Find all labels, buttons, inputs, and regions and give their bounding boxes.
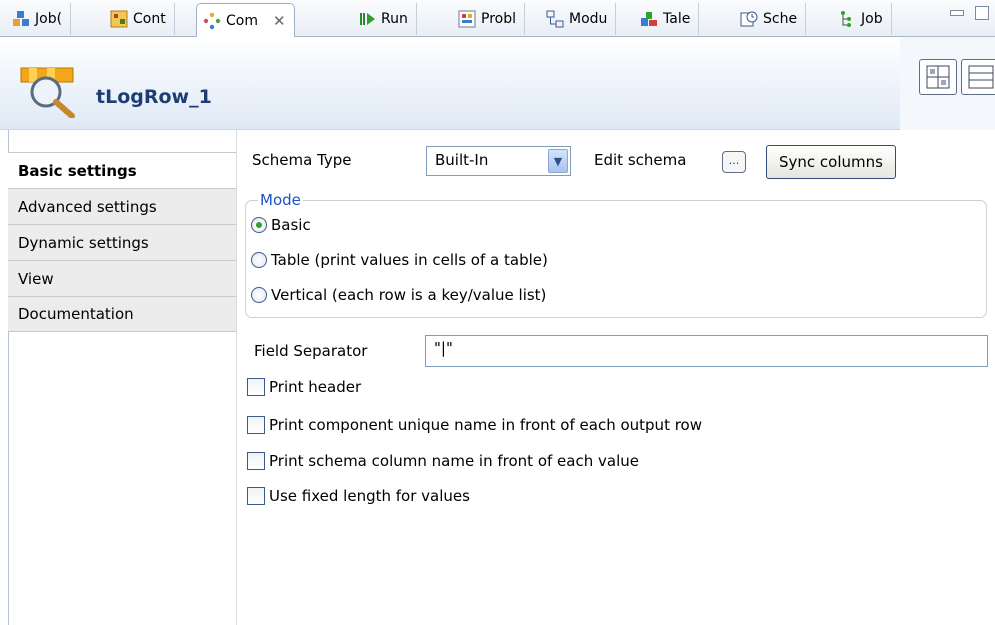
mode-option-table[interactable]: Table (print values in cells of a table)	[251, 251, 548, 269]
component-icon	[203, 12, 221, 30]
tab-job[interactable]: Job(	[6, 3, 72, 35]
modules-icon	[546, 10, 564, 28]
tab-component[interactable]: Com ✕	[196, 3, 295, 37]
component-header	[0, 37, 900, 130]
edit-schema-label: Edit schema	[594, 151, 687, 169]
maximize-icon[interactable]	[975, 6, 989, 20]
sidebar-item-label: Dynamic settings	[18, 233, 149, 252]
sync-columns-button[interactable]: Sync columns	[766, 145, 896, 179]
sidebar-item-label: Advanced settings	[18, 197, 157, 216]
checkbox-label: Print schema column name in front of eac…	[269, 452, 639, 470]
tab-label: Probl	[481, 11, 516, 27]
contexts-icon	[110, 10, 128, 28]
chevron-down-icon[interactable]: ▼	[548, 149, 568, 173]
print-schema-column-name-option[interactable]: Print schema column name in front of eac…	[247, 452, 639, 470]
tab-label: Job	[861, 11, 883, 27]
tab-label: Cont	[133, 11, 166, 27]
radio-button-selected[interactable]	[251, 217, 267, 233]
tab-run[interactable]: Run	[352, 3, 417, 35]
tlogrow-icon	[20, 66, 80, 119]
schema-type-label: Schema Type	[252, 151, 352, 169]
radio-button[interactable]	[251, 287, 267, 303]
schema-type-select[interactable]: Built-In ▼	[426, 146, 571, 176]
tab-label: Run	[381, 11, 408, 27]
radio-button[interactable]	[251, 252, 267, 268]
list-layout-icon[interactable]	[961, 59, 995, 95]
sidebar-item-documentation[interactable]: Documentation	[8, 296, 236, 332]
view-tab-strip: Job( Cont Com ✕ Run Probl Modu Tale Sche…	[0, 0, 995, 37]
close-icon[interactable]: ✕	[273, 12, 286, 30]
tab-contexts[interactable]: Cont	[104, 3, 175, 35]
tab-label: Sche	[763, 11, 798, 27]
mode-option-basic[interactable]: Basic	[251, 216, 311, 234]
problems-icon	[458, 10, 476, 28]
checkbox-label: Print header	[269, 378, 362, 396]
edit-schema-button[interactable]: ...	[722, 151, 746, 173]
tab-modules[interactable]: Modu	[540, 3, 617, 35]
checkbox-label: Use fixed length for values	[269, 487, 470, 505]
tab-label: Com	[226, 12, 258, 29]
tab-job-hierarchy[interactable]: Job	[832, 3, 892, 35]
talend-exchange-icon	[640, 10, 658, 28]
checkbox[interactable]	[247, 452, 265, 470]
checkbox-label: Print component unique name in front of …	[269, 416, 703, 434]
mode-legend: Mode	[258, 191, 303, 209]
sidebar-divider	[236, 130, 237, 625]
sidebar-item-label: Documentation	[18, 305, 134, 323]
tab-label: Tale	[663, 11, 691, 27]
radio-label: Table (print values in cells of a table)	[271, 251, 548, 269]
radio-label: Vertical (each row is a key/value list)	[271, 286, 547, 304]
schema-type-value: Built-In	[435, 151, 489, 169]
print-header-option[interactable]: Print header	[247, 378, 361, 396]
sidebar-item-label: Basic settings	[18, 161, 137, 180]
checkbox[interactable]	[247, 416, 265, 434]
sidebar-item-label: View	[18, 269, 54, 288]
sidebar-item-view[interactable]: View	[8, 260, 236, 296]
grid-layout-icon[interactable]	[919, 59, 957, 95]
mode-option-vertical[interactable]: Vertical (each row is a key/value list)	[251, 286, 546, 304]
field-separator-label: Field Separator	[254, 342, 368, 360]
sidebar-item-dynamic-settings[interactable]: Dynamic settings	[8, 224, 236, 260]
fixed-length-option[interactable]: Use fixed length for values	[247, 487, 470, 505]
checkbox[interactable]	[247, 378, 265, 396]
tab-label: Job(	[35, 11, 63, 27]
checkbox[interactable]	[247, 487, 265, 505]
tab-problems[interactable]: Probl	[452, 3, 525, 35]
sidebar-item-advanced-settings[interactable]: Advanced settings	[8, 188, 236, 224]
scheduler-icon	[740, 10, 758, 28]
tab-label: Modu	[569, 11, 608, 27]
component-title: tLogRow_1	[96, 86, 212, 108]
minimize-icon[interactable]	[950, 10, 964, 16]
sidebar-item-basic-settings[interactable]: Basic settings	[8, 152, 236, 188]
run-icon	[358, 10, 376, 28]
field-separator-input[interactable]: "|"	[425, 335, 988, 367]
tab-scheduler[interactable]: Sche	[734, 3, 807, 35]
job-icon	[12, 10, 30, 28]
radio-label: Basic	[271, 216, 311, 234]
job-hierarchy-icon	[838, 10, 856, 28]
print-component-name-option[interactable]: Print component unique name in front of …	[247, 416, 702, 434]
tab-talend-exchange[interactable]: Tale	[634, 3, 700, 35]
